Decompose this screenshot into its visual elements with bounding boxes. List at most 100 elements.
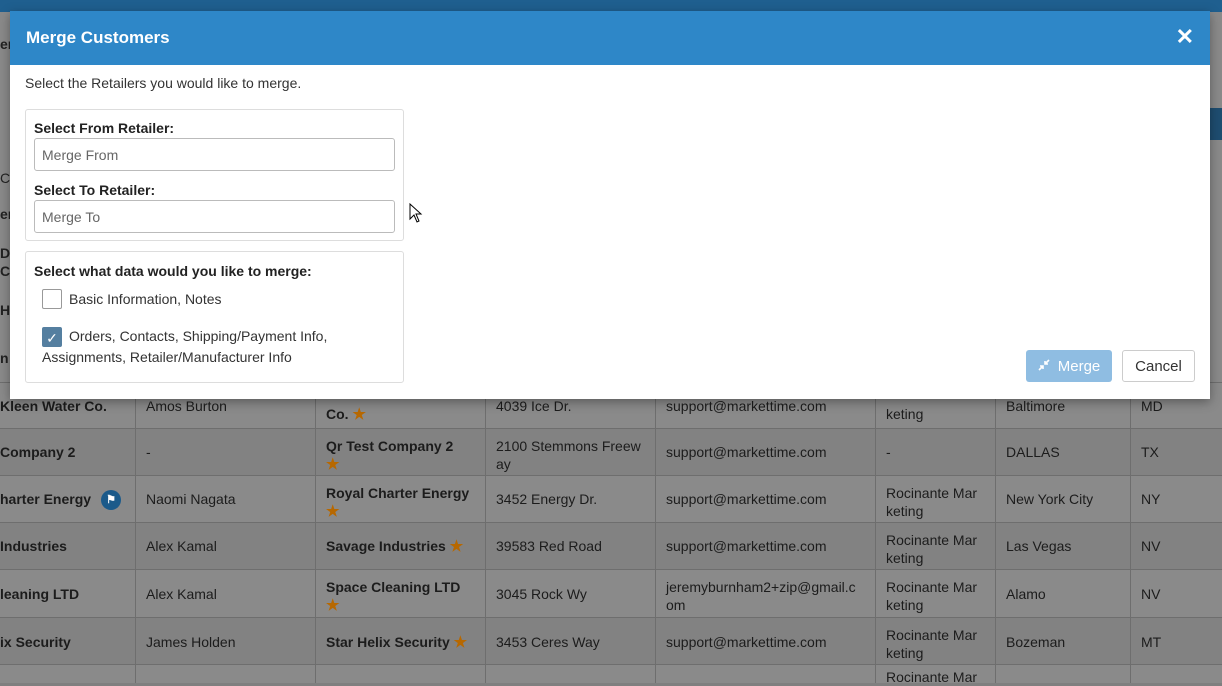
table-cell-company: Qr Test Company 2 ★	[315, 429, 485, 476]
star-icon: ★	[326, 456, 340, 473]
table-cell-company: Royal Charter Energy ★	[315, 476, 485, 523]
table-cell-company	[315, 665, 485, 683]
star-icon: ★	[326, 597, 340, 614]
rep-line: Rocinante Mar	[886, 579, 978, 595]
table-cell-email: support@markettime.com	[655, 618, 875, 665]
table-cell-rep: Rocinante Mar keting	[875, 618, 995, 665]
star-icon: ★	[352, 406, 366, 423]
rep-line: Rocinante Mar	[886, 532, 978, 548]
close-icon[interactable]: ✕	[1176, 24, 1194, 50]
table-cell-state: NY	[1130, 476, 1222, 523]
to-retailer-label: Select To Retailer:	[34, 182, 156, 198]
dialog-title: Merge Customers	[26, 28, 170, 47]
table-cell-city: Bozeman	[995, 618, 1130, 665]
orders-contacts-label-cont[interactable]: Assignments, Retailer/Manufacturer Info	[42, 347, 292, 368]
rep-line: Rocinante Mar	[886, 485, 978, 501]
table-cell-address: 3045 Rock Wy	[485, 570, 655, 618]
rep-line: keting	[886, 645, 924, 661]
star-icon: ★	[449, 538, 464, 555]
table-cell-city: Alamo	[995, 570, 1130, 618]
table-cell-email: support@markettime.com	[655, 429, 875, 476]
table-row[interactable]: leaning LTD Alex Kamal Space Cleaning LT…	[0, 569, 1222, 618]
table-row[interactable]: harter Energy ⚑ Naomi Nagata Royal Charte…	[0, 475, 1222, 523]
company-name: Space Cleaning LTD	[326, 579, 461, 595]
star-icon: ★	[453, 634, 468, 651]
table-cell-state: MT	[1130, 618, 1222, 665]
company-name: Savage Industries	[326, 538, 446, 554]
table-cell-rep: Rocinante Mar keting	[875, 523, 995, 570]
company-name: Star Helix Security	[326, 634, 450, 650]
table-cell-rep: -	[875, 429, 995, 476]
mouse-pointer-icon	[409, 203, 423, 223]
orders-contacts-label[interactable]: Orders, Contacts, Shipping/Payment Info,	[69, 326, 327, 347]
table-row[interactable]: Company 2 - Qr Test Company 2 ★ 2100 Stem…	[0, 428, 1222, 476]
customer-name: harter Energy	[0, 491, 92, 507]
merge-customers-dialog: Merge Customers ✕ Select the Retailers y…	[10, 11, 1210, 399]
from-retailer-label: Select From Retailer:	[34, 120, 175, 136]
table-cell-name: harter Energy ⚑	[0, 476, 135, 523]
table-cell-contact: Alex Kamal	[135, 523, 315, 570]
merge-data-panel: Select what data would you like to merge…	[25, 251, 404, 383]
table-cell-name: Company 2	[0, 444, 76, 460]
table-row[interactable]: Industries Alex Kamal Savage Industries …	[0, 522, 1222, 570]
table-cell-company: Savage Industries ★	[315, 523, 485, 570]
dialog-header: Merge Customers ✕	[10, 11, 1210, 65]
table-cell-rep: Rocinante Mar	[875, 665, 995, 685]
table-cell-state: NV	[1130, 523, 1222, 570]
table-cell-email: jeremyburnham2+zip@gmail.c om	[655, 570, 875, 618]
table-cell-city: DALLAS	[995, 429, 1130, 476]
background-text-fragment: C	[0, 263, 11, 279]
rep-line: Rocinante Mar	[886, 627, 978, 643]
cancel-button[interactable]: Cancel	[1122, 350, 1195, 382]
merge-data-label: Select what data would you like to merge…	[34, 263, 312, 279]
table-cell-state: NV	[1130, 570, 1222, 618]
email-line: jeremyburnham2+zip@gmail.c	[666, 579, 856, 595]
table-cell-rep: Rocinante Mar keting	[875, 476, 995, 523]
table-cell-name: Industries	[0, 538, 67, 554]
background-text-fragment: n	[0, 350, 9, 366]
company-name: Royal Charter Energy	[326, 485, 470, 501]
table-cell-email	[655, 665, 875, 683]
table-cell-city: New York City	[995, 476, 1130, 523]
table-cell-address	[485, 665, 655, 683]
email-line: om	[666, 597, 686, 613]
basic-info-checkbox[interactable]	[42, 289, 62, 309]
merge-from-input[interactable]	[34, 138, 395, 171]
compress-arrows-icon	[1038, 358, 1050, 375]
table-cell-contact: Alex Kamal	[135, 570, 315, 618]
retailer-selection-panel: Select From Retailer: Select To Retailer…	[25, 109, 404, 241]
table-cell-address: 2100 Stemmons Freew ay	[485, 429, 655, 476]
table-cell-rep: Rocinante Mar keting	[875, 570, 995, 618]
table-cell-company: Star Helix Security ★	[315, 618, 485, 665]
rep-line: keting	[886, 550, 924, 566]
company-name: Qr Test Company 2	[326, 438, 454, 454]
table-cell-address: 3452 Energy Dr.	[485, 476, 655, 523]
table-cell-address: 3453 Ceres Way	[485, 618, 655, 665]
rep-line: keting	[886, 503, 924, 519]
flag-icon[interactable]: ⚑	[101, 490, 122, 511]
basic-info-label[interactable]: Basic Information, Notes	[69, 289, 222, 310]
table-cell-name: ix Security	[0, 634, 71, 650]
table-cell-company: Space Cleaning LTD ★	[315, 570, 485, 618]
table-cell-email: support@markettime.com	[655, 523, 875, 570]
background-action-button	[1209, 108, 1222, 140]
star-icon: ★	[326, 503, 340, 520]
table-cell-contact	[135, 665, 315, 683]
table-cell-state: TX	[1130, 429, 1222, 476]
orders-contacts-checkbox[interactable]: ✓	[42, 327, 62, 347]
table-cell-address: 39583 Red Road	[485, 523, 655, 570]
table-cell-contact: Naomi Nagata	[135, 476, 315, 523]
table-cell-state	[1130, 665, 1222, 683]
table-cell-contact: -	[135, 429, 315, 476]
table-row[interactable]: ix Security James Holden Star Helix Secu…	[0, 617, 1222, 665]
dialog-intro-text: Select the Retailers you would like to m…	[25, 75, 302, 91]
merge-button[interactable]: Merge	[1026, 350, 1112, 382]
merge-button-label: Merge	[1057, 357, 1101, 375]
address-line: ay	[496, 456, 511, 472]
merge-to-input[interactable]	[34, 200, 395, 233]
address-line: 2100 Stemmons Freew	[496, 438, 641, 454]
table-cell-name	[0, 665, 135, 683]
table-cell-contact: James Holden	[135, 618, 315, 665]
table-cell-city: Las Vegas	[995, 523, 1130, 570]
table-row[interactable]: Rocinante Mar	[0, 664, 1222, 685]
